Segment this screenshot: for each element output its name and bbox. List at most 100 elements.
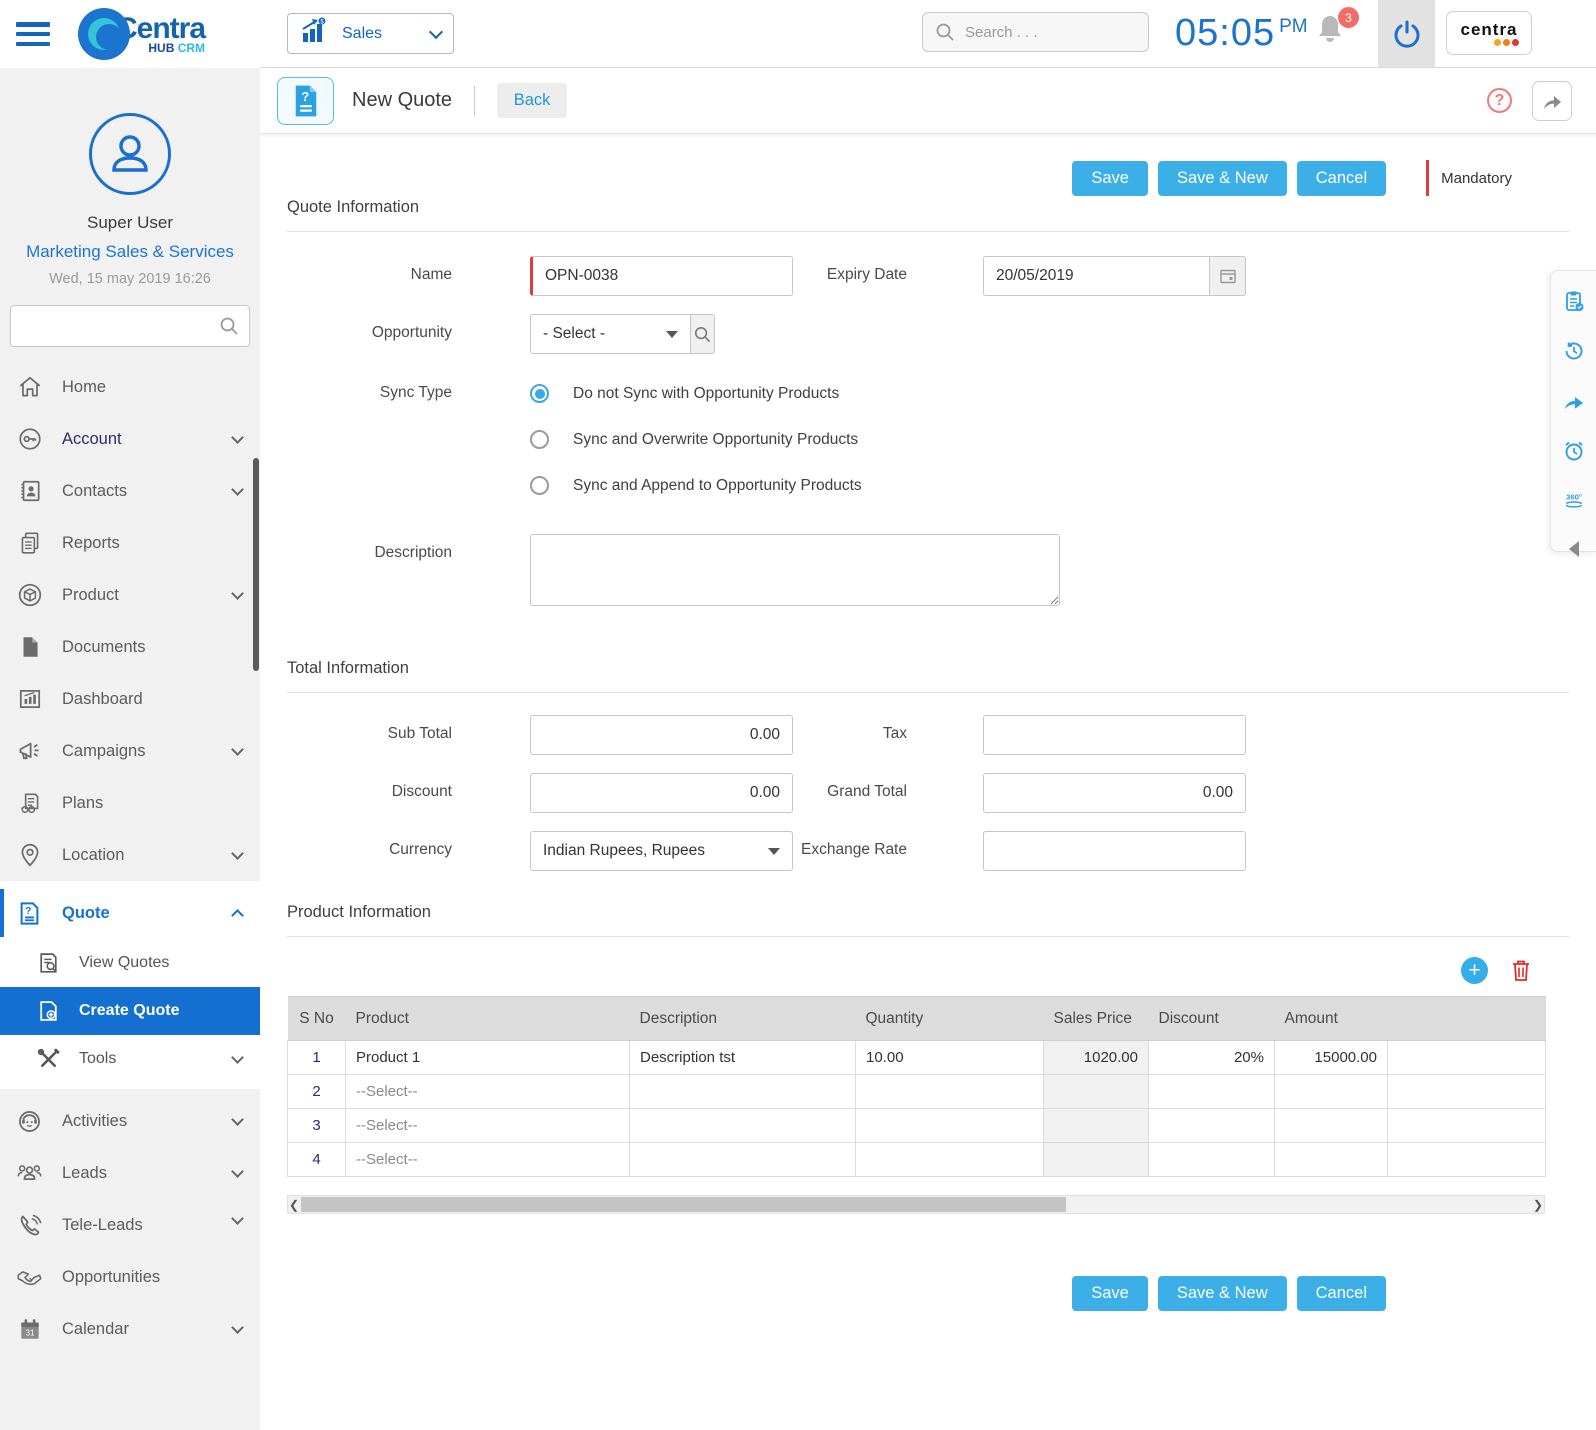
delete-rows-icon[interactable]	[1510, 958, 1532, 983]
expiry-date-input[interactable]	[983, 256, 1210, 296]
sales-price-cell[interactable]: 1020.00	[1043, 1040, 1149, 1075]
history-button[interactable]	[1562, 339, 1586, 363]
tax-input[interactable]	[983, 715, 1246, 755]
product-cell[interactable]: Product 1	[345, 1040, 630, 1075]
amount-cell[interactable]	[1274, 1108, 1388, 1143]
module-selector-dropdown[interactable]: $ Sales	[287, 13, 454, 54]
quantity-cell[interactable]	[855, 1074, 1044, 1109]
sync-option-do-not-sync[interactable]: Do not Sync with Opportunity Products	[530, 384, 1130, 403]
sales-price-cell[interactable]	[1043, 1142, 1149, 1177]
sync-option-append[interactable]: Sync and Append to Opportunity Products	[530, 476, 1130, 495]
row-number: 1	[287, 1040, 346, 1075]
sidebar-item-create-quote[interactable]: Create Quote	[0, 987, 260, 1035]
calendar-picker-button[interactable]	[1210, 256, 1246, 296]
alarm-clock-icon	[1564, 441, 1583, 461]
key-icon	[16, 426, 43, 453]
cancel-button[interactable]: Cancel	[1296, 1276, 1386, 1311]
sidebar-item-plans[interactable]: Plans	[0, 777, 260, 829]
opportunity-lookup-button[interactable]	[690, 314, 715, 354]
sidebar-item-campaigns[interactable]: Campaigns	[0, 725, 260, 777]
share-button[interactable]	[1532, 80, 1572, 121]
sidebar-item-view-quotes[interactable]: View Quotes	[0, 939, 260, 987]
help-icon[interactable]: ?	[1487, 88, 1512, 113]
save-button[interactable]: Save	[1072, 1276, 1148, 1311]
exchange-rate-input[interactable]	[983, 831, 1246, 871]
col-discount: Discount	[1148, 996, 1275, 1041]
view-360-button[interactable]: 360°	[1562, 489, 1586, 513]
save-and-new-button[interactable]: Save & New	[1157, 1276, 1287, 1311]
share-forward-button[interactable]	[1562, 389, 1586, 413]
col-amount: Amount	[1274, 996, 1388, 1041]
amount-cell[interactable]	[1274, 1142, 1388, 1177]
amount-cell[interactable]: 15000.00	[1274, 1040, 1388, 1075]
product-information-title: Product Information	[287, 903, 431, 921]
description-textarea[interactable]	[530, 534, 1060, 606]
notifications-button[interactable]: 3	[1315, 7, 1359, 56]
sidebar-item-product[interactable]: Product	[0, 569, 260, 621]
sync-option-overwrite[interactable]: Sync and Overwrite Opportunity Products	[530, 430, 1130, 449]
add-row-button[interactable]: +	[1461, 957, 1488, 984]
sidebar-item-contacts[interactable]: Contacts	[0, 465, 260, 517]
sidebar-item-tele-leads[interactable]: Tele-Leads	[0, 1199, 260, 1251]
amount-cell[interactable]	[1274, 1074, 1388, 1109]
grand-total-input[interactable]	[983, 773, 1246, 813]
chevron-down-icon	[231, 742, 244, 756]
dropdown-arrow-icon	[665, 330, 678, 338]
quantity-cell[interactable]	[855, 1142, 1044, 1177]
sub-total-label: Sub Total	[387, 725, 452, 742]
sidebar-item-calendar[interactable]: 31 Calendar	[0, 1303, 260, 1355]
avatar[interactable]	[89, 113, 171, 195]
cancel-button[interactable]: Cancel	[1296, 160, 1387, 196]
scroll-right-arrow[interactable]: ❯	[1532, 1198, 1544, 1212]
profile-department[interactable]: Marketing Sales & Services	[0, 242, 260, 262]
quantity-cell[interactable]	[855, 1108, 1044, 1143]
back-button[interactable]: Back	[497, 83, 568, 118]
sidebar-scrollbar[interactable]	[253, 458, 259, 671]
sidebar-item-tools[interactable]: Tools	[0, 1035, 260, 1083]
scrollbar-thumb[interactable]	[301, 1197, 1066, 1212]
scroll-left-arrow[interactable]: ❮	[288, 1198, 300, 1212]
row-number: 4	[287, 1142, 346, 1177]
product-cell[interactable]: --Select--	[345, 1108, 630, 1143]
sidebar-item-activities[interactable]: Activities	[0, 1095, 260, 1147]
save-button[interactable]: Save	[1072, 160, 1148, 196]
quote-menu-group: ? Quote View Quotes Create Quote Tools	[0, 881, 260, 1089]
sidebar-item-opportunities[interactable]: Opportunities	[0, 1251, 260, 1303]
document-icon	[16, 634, 43, 661]
sidebar-item-dashboard[interactable]: Dashboard	[0, 673, 260, 725]
quantity-cell[interactable]: 10.00	[855, 1040, 1044, 1075]
discount-cell[interactable]	[1148, 1142, 1275, 1177]
hamburger-menu-icon[interactable]	[16, 22, 50, 46]
sidebar-item-documents[interactable]: Documents	[0, 621, 260, 673]
sidebar-item-reports[interactable]: Reports	[0, 517, 260, 569]
global-search-input[interactable]	[965, 23, 1125, 41]
discount-cell[interactable]	[1148, 1074, 1275, 1109]
table-horizontal-scrollbar[interactable]: ❮ ❯	[287, 1195, 1545, 1214]
discount-cell[interactable]: 20%	[1148, 1040, 1275, 1075]
save-and-new-button[interactable]: Save & New	[1157, 160, 1287, 196]
description-cell[interactable]	[629, 1142, 856, 1177]
quote-doc-icon: ?	[16, 900, 43, 927]
audit-log-button[interactable]	[1562, 289, 1586, 313]
reminder-button[interactable]	[1562, 439, 1586, 463]
sidebar-item-leads[interactable]: Leads	[0, 1147, 260, 1199]
sales-price-cell[interactable]	[1043, 1108, 1149, 1143]
description-cell[interactable]: Description tst	[629, 1040, 856, 1075]
logout-button[interactable]	[1378, 0, 1435, 67]
sidebar-item-quote[interactable]: ? Quote	[0, 887, 260, 939]
new-quote-page-icon-box: ?	[277, 76, 334, 125]
opportunity-select[interactable]: - Select -	[530, 314, 691, 354]
sidebar-search-input[interactable]	[21, 318, 219, 334]
product-cell[interactable]: --Select--	[345, 1074, 630, 1109]
header-divider	[474, 85, 476, 116]
sidebar-item-account[interactable]: Account	[0, 413, 260, 465]
product-cell[interactable]: --Select--	[345, 1142, 630, 1177]
description-cell[interactable]	[629, 1074, 856, 1109]
sales-price-cell[interactable]	[1043, 1074, 1149, 1109]
centra-brand-button[interactable]: centra	[1446, 11, 1532, 55]
sidebar-item-location[interactable]: Location	[0, 829, 260, 881]
description-cell[interactable]	[629, 1108, 856, 1143]
discount-cell[interactable]	[1148, 1108, 1275, 1143]
panel-collapse-arrow[interactable]	[1568, 541, 1579, 557]
sidebar-item-home[interactable]: Home	[0, 361, 260, 413]
